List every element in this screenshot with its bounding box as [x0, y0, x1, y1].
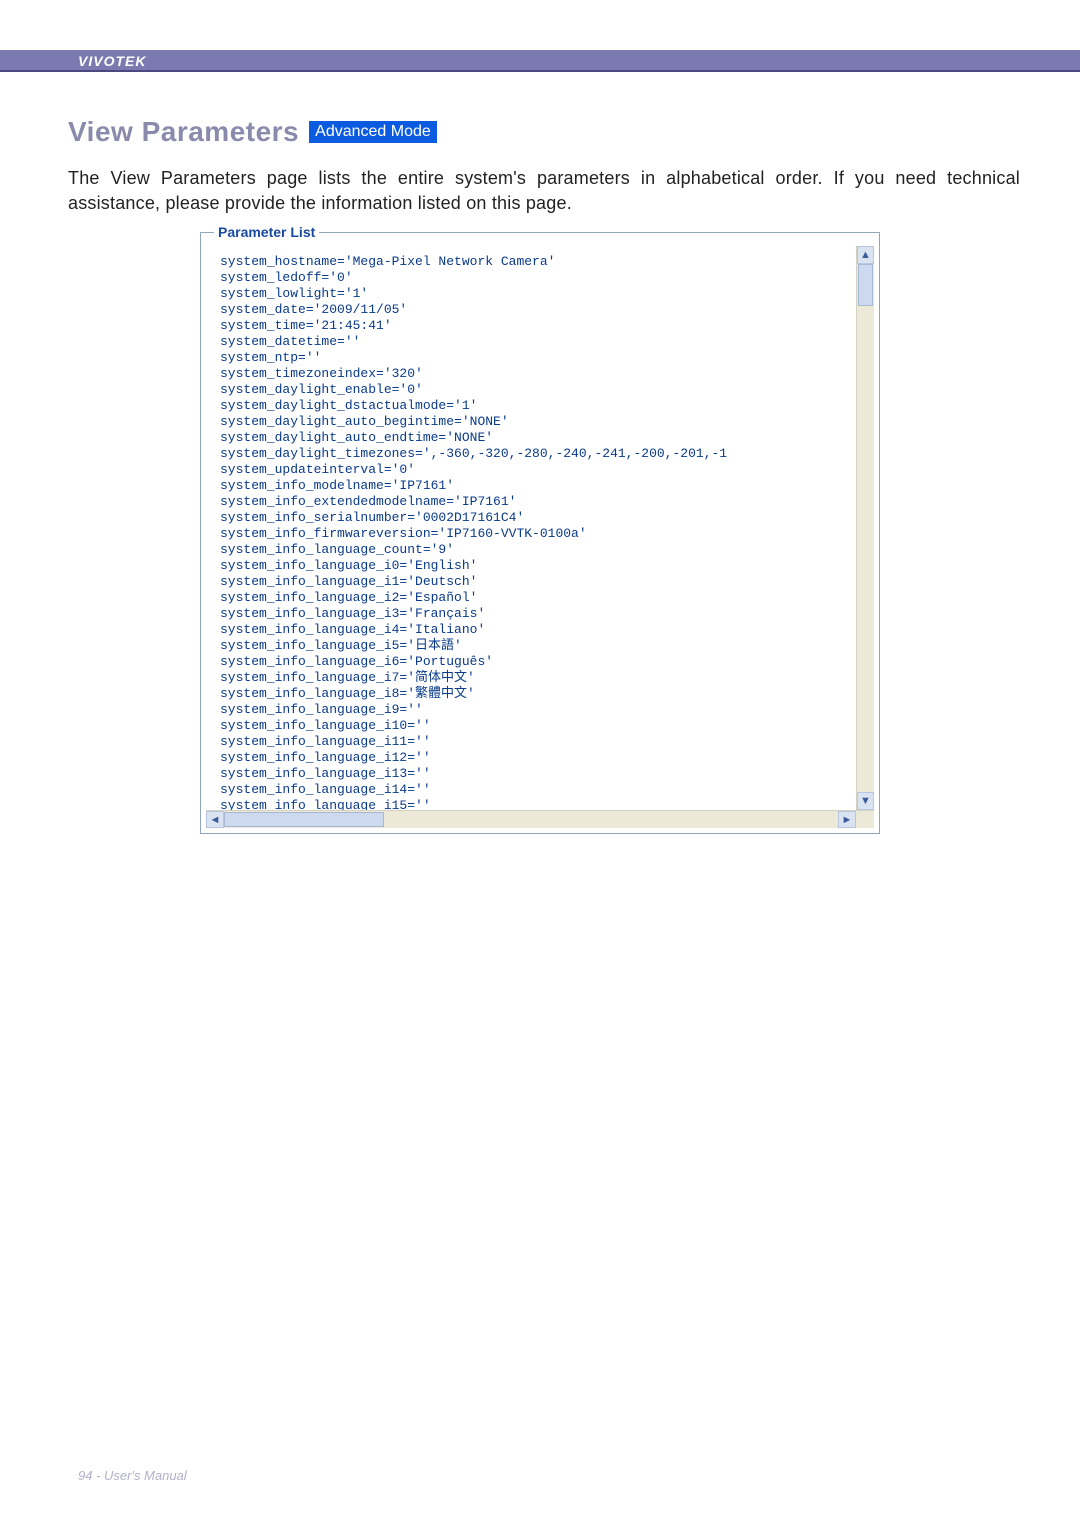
advanced-mode-badge: Advanced Mode: [309, 121, 437, 143]
scroll-right-arrow-icon[interactable]: ►: [838, 811, 856, 828]
page-title: View Parameters: [68, 116, 299, 148]
header-bar: [0, 50, 1080, 72]
page-footer: 94 - User's Manual: [78, 1468, 187, 1483]
horizontal-scrollbar[interactable]: ◄ ►: [206, 810, 874, 828]
intro-text: The View Parameters page lists the entir…: [68, 166, 1020, 216]
hscroll-track[interactable]: [224, 811, 838, 828]
title-row: View Parameters Advanced Mode: [68, 116, 1020, 148]
fieldset-legend: Parameter List: [214, 224, 319, 240]
parameter-list-panel: Parameter List system_hostname='Mega-Pix…: [200, 224, 880, 834]
brand-text: VIVOTEK: [78, 53, 146, 69]
vertical-scrollbar[interactable]: ▲ ▼: [856, 246, 874, 810]
scroll-down-arrow-icon[interactable]: ▼: [857, 792, 874, 810]
vscroll-thumb[interactable]: [858, 264, 873, 306]
vscroll-track[interactable]: [857, 264, 874, 792]
parameter-text[interactable]: system_hostname='Mega-Pixel Network Came…: [220, 254, 852, 810]
content-area: View Parameters Advanced Mode The View P…: [68, 116, 1020, 234]
scroll-area: system_hostname='Mega-Pixel Network Came…: [206, 246, 874, 828]
page: VIVOTEK View Parameters Advanced Mode Th…: [0, 0, 1080, 1527]
hscroll-thumb[interactable]: [224, 812, 384, 827]
scroll-corner: [856, 811, 874, 828]
scroll-up-arrow-icon[interactable]: ▲: [857, 246, 874, 264]
text-viewport: system_hostname='Mega-Pixel Network Came…: [206, 246, 874, 810]
scroll-left-arrow-icon[interactable]: ◄: [206, 811, 224, 828]
